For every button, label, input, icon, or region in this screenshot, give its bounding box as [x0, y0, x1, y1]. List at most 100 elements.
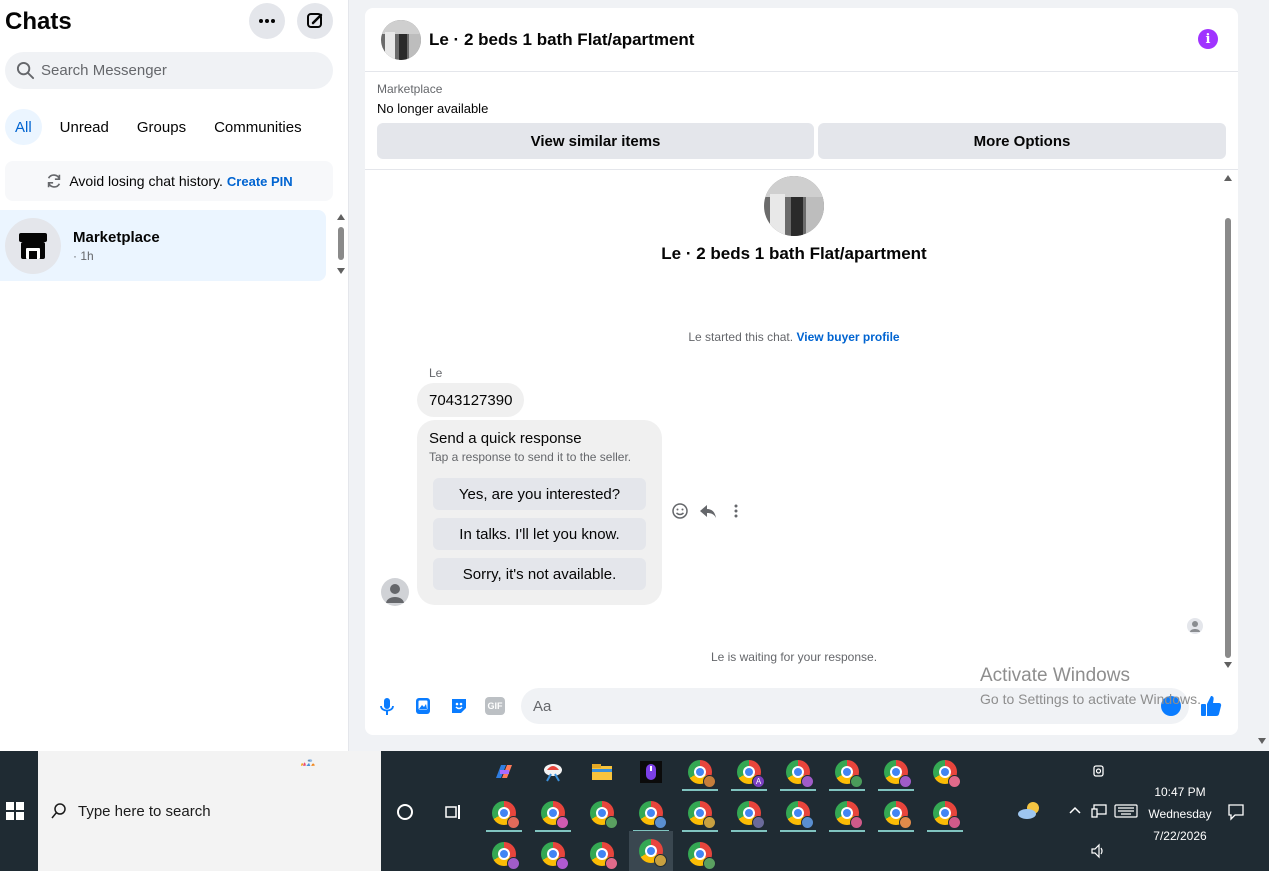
chrome-profile-16-icon[interactable]	[923, 794, 967, 832]
more-options-listing-button[interactable]: More Options	[818, 123, 1226, 159]
activate-subtitle: Go to Settings to activate Windows.	[980, 691, 1201, 707]
meet-now-icon[interactable]	[1091, 763, 1107, 779]
more-options-button[interactable]	[249, 3, 285, 39]
seen-avatar-icon	[1187, 618, 1203, 634]
copilot-app-icon[interactable]	[482, 753, 526, 791]
volume-icon[interactable]	[1090, 843, 1106, 859]
chrome-profile-7-icon[interactable]	[482, 794, 526, 832]
chrome-profile-14-icon[interactable]	[825, 794, 869, 832]
react-emoji-icon[interactable]	[671, 502, 689, 520]
chrome-profile-6-icon[interactable]	[923, 753, 967, 791]
marketplace-avatar	[5, 217, 61, 274]
chat-item-marketplace[interactable]: Marketplace · 1h	[0, 210, 326, 281]
thread-scrollbar-thumb[interactable]	[1225, 218, 1231, 658]
chrome-profile-8-icon[interactable]	[531, 794, 575, 832]
chrome-profile-19-icon[interactable]	[580, 835, 624, 871]
quick-response-title: Send a quick response	[429, 430, 582, 447]
windows-taskbar: A 10:47 PM Wednesday 7/22/2026	[0, 751, 1269, 871]
reply-icon[interactable]	[699, 502, 717, 520]
sticker-icon[interactable]	[449, 696, 469, 716]
mouse-app-icon[interactable]	[629, 753, 673, 791]
chrome-profile-5-icon[interactable]	[874, 753, 918, 791]
waiting-note: Le is waiting for your response.	[710, 650, 878, 664]
task-view-icon[interactable]	[444, 803, 462, 821]
start-button[interactable]	[0, 791, 30, 831]
sidebar-scroll-up[interactable]	[337, 214, 345, 220]
create-pin-link[interactable]: Create PIN	[227, 174, 293, 189]
show-hidden-icons-chevron[interactable]	[1068, 805, 1082, 815]
keyboard-icon[interactable]	[1114, 804, 1138, 818]
message-bubble[interactable]: 7043127390	[417, 383, 525, 417]
quick-response-not-available[interactable]: Sorry, it's not available.	[433, 558, 646, 590]
page-scroll-down[interactable]	[1258, 738, 1266, 744]
chrome-profile-17-icon[interactable]	[482, 835, 526, 871]
taskbar-search[interactable]	[38, 751, 381, 871]
chrome-profile-2-icon[interactable]: A	[727, 753, 771, 791]
filter-communities[interactable]: Communities	[200, 109, 316, 145]
search-input[interactable]	[41, 62, 301, 79]
sender-name: Le	[429, 366, 443, 380]
system-clock[interactable]: 10:47 PM Wednesday 7/22/2026	[1140, 781, 1220, 847]
chrome-profile-21-icon[interactable]	[678, 835, 722, 871]
more-vertical-icon[interactable]	[727, 502, 745, 520]
chat-header: Le · 2 beds 1 bath Flat/apartment i	[365, 8, 1238, 72]
chrome-profile-9-icon[interactable]	[580, 794, 624, 832]
filter-all[interactable]: All	[5, 109, 42, 145]
chrome-profile-1-icon[interactable]	[678, 753, 722, 791]
thread-title: Le · 2 beds 1 bath Flat/apartment	[661, 244, 927, 263]
snipping-tool-icon[interactable]	[531, 753, 575, 791]
ellipsis-icon	[259, 19, 275, 23]
filter-groups[interactable]: Groups	[123, 109, 200, 145]
quick-response-interested[interactable]: Yes, are you interested?	[433, 478, 646, 510]
weather-icon[interactable]	[1016, 799, 1044, 823]
notifications-icon[interactable]	[1227, 803, 1245, 821]
chats-sidebar: Chats All Unread Groups Communities Avoi…	[0, 0, 349, 751]
chats-title: Chats	[5, 8, 72, 35]
thread-scroll-up[interactable]	[1224, 175, 1232, 181]
filter-unread[interactable]: Unread	[46, 109, 123, 145]
sidebar-scroll-down[interactable]	[337, 268, 345, 274]
thumbs-up-icon[interactable]	[1199, 694, 1223, 718]
file-explorer-icon[interactable]	[580, 753, 624, 791]
thread-scroll-down[interactable]	[1224, 662, 1232, 668]
search-icon	[51, 803, 66, 819]
search-icon	[16, 61, 35, 80]
profile-letter: A	[752, 775, 765, 788]
taskbar-search-input[interactable]	[78, 802, 358, 820]
person-icon	[386, 584, 404, 603]
chat-started-note: Le started this chat. View buyer profile	[365, 330, 1223, 344]
view-similar-items-button[interactable]: View similar items	[377, 123, 814, 159]
sidebar-scrollbar-thumb[interactable]	[338, 227, 344, 260]
message-thread: Le · 2 beds 1 bath Flat/apartment Le sta…	[365, 170, 1238, 680]
microphone-icon[interactable]	[377, 696, 397, 716]
cortana-icon[interactable]	[397, 804, 413, 820]
chat-time: · 1h	[73, 248, 94, 263]
chrome-profile-10-icon[interactable]	[629, 794, 673, 832]
photo-icon[interactable]	[413, 696, 433, 716]
chat-name: Marketplace	[73, 228, 160, 246]
view-buyer-profile-link[interactable]: View buyer profile	[796, 330, 899, 344]
gif-icon[interactable]: GIF	[485, 697, 505, 715]
search-messenger[interactable]	[5, 52, 333, 89]
chrome-profile-20-icon[interactable]	[629, 831, 673, 871]
chrome-profile-3-icon[interactable]	[776, 753, 820, 791]
activate-title: Activate Windows	[980, 665, 1130, 686]
room-photo-icon	[764, 176, 824, 236]
chrome-profile-4-icon[interactable]	[825, 753, 869, 791]
marketplace-info: Marketplace No longer available	[377, 82, 1227, 116]
chat-panel: Le · 2 beds 1 bath Flat/apartment i Mark…	[365, 8, 1238, 735]
chrome-profile-15-icon[interactable]	[874, 794, 918, 832]
info-icon[interactable]: i	[1198, 29, 1218, 49]
quick-response-in-talks[interactable]: In talks. I'll let you know.	[433, 518, 646, 550]
chrome-profile-12-icon[interactable]	[727, 794, 771, 832]
listing-avatar[interactable]	[381, 19, 421, 60]
new-message-button[interactable]	[297, 3, 333, 39]
chrome-profile-13-icon[interactable]	[776, 794, 820, 832]
chrome-profile-18-icon[interactable]	[531, 835, 575, 871]
message-actions	[671, 502, 745, 520]
chrome-profile-11-icon[interactable]	[678, 794, 722, 832]
quick-response-subtitle: Tap a response to send it to the seller.	[429, 450, 632, 464]
storefront-icon	[19, 232, 47, 259]
network-icon[interactable]	[1091, 804, 1109, 818]
windows-logo-icon	[6, 802, 24, 820]
